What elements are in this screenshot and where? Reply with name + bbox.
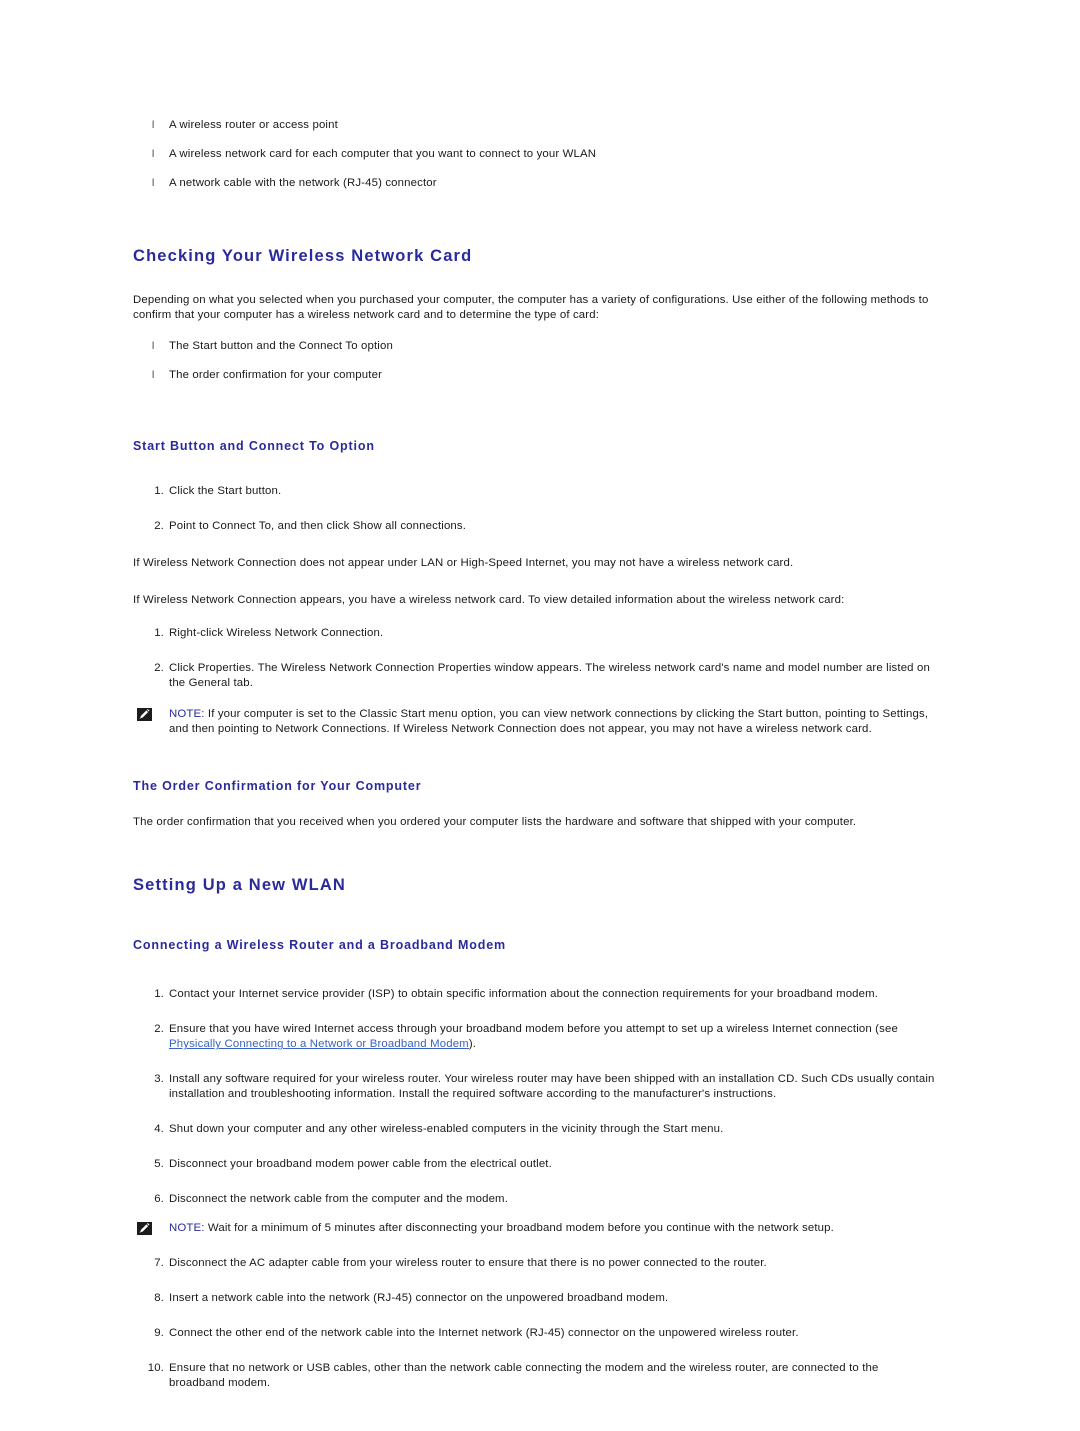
ordered-list-item-text-post: ). bbox=[468, 1038, 477, 1051]
link-physically-connecting-network[interactable]: Physically Connecting to a Network or Br… bbox=[169, 1038, 469, 1050]
list-number: 1. bbox=[154, 627, 164, 640]
ordered-list-item-text: Install any software required for your w… bbox=[169, 1073, 935, 1101]
bullet-marker: l bbox=[152, 149, 155, 160]
list-item-text: The Start button and the Connect To opti… bbox=[169, 339, 393, 352]
list-item: l A network cable with the network (RJ-4… bbox=[133, 176, 935, 191]
note-block-classic-start-menu: NOTE: If your computer is set to the Cla… bbox=[133, 707, 935, 737]
bullet-marker: l bbox=[152, 178, 155, 189]
bullet-marker: l bbox=[152, 369, 155, 381]
ordered-list-item-text: Contact your Internet service provider (… bbox=[169, 988, 879, 1001]
wlan-setup-steps-part1: 1. Contact your Internet service provide… bbox=[133, 987, 935, 1207]
ordered-list-item-text: Right-click Wireless Network Connection. bbox=[169, 627, 384, 640]
ordered-list-item-text: Shut down your computer and any other wi… bbox=[169, 1123, 724, 1136]
paragraph-has-wireless-card: If Wireless Network Connection appears, … bbox=[133, 594, 845, 607]
list-item: l The Start button and the Connect To op… bbox=[133, 339, 935, 354]
list-item-text: A network cable with the network (RJ-45)… bbox=[169, 177, 437, 189]
ordered-list-item-text: Point to Connect To, and then click Show… bbox=[169, 520, 467, 533]
list-number: 10. bbox=[147, 1362, 164, 1375]
checking-card-intro: Depending on what you selected when you … bbox=[133, 293, 929, 321]
list-number: 4. bbox=[154, 1123, 164, 1136]
list-number: 6. bbox=[154, 1193, 164, 1206]
list-number: 2. bbox=[154, 662, 164, 675]
list-number: 1. bbox=[154, 988, 164, 1001]
ordered-list-item-text: Disconnect your broadband modem power ca… bbox=[169, 1158, 552, 1171]
ordered-list-item-text: Ensure that no network or USB cables, ot… bbox=[169, 1362, 879, 1390]
ordered-list-item-text-pre: Ensure that you have wired Internet acce… bbox=[169, 1023, 898, 1036]
list-item: l A wireless network card for each compu… bbox=[133, 147, 935, 162]
subsection-heading-start-button: Start Button and Connect To Option bbox=[133, 438, 375, 453]
ordered-list-item-text: Disconnect the AC adapter cable from you… bbox=[169, 1257, 767, 1270]
list-item-text: The order confirmation for your computer bbox=[169, 368, 383, 381]
ordered-list-item: 1. Right-click Wireless Network Connecti… bbox=[133, 626, 935, 641]
bullet-marker: l bbox=[152, 340, 155, 352]
ordered-list-item: 8. Insert a network cable into the netwo… bbox=[133, 1291, 935, 1306]
checking-methods-list: l The Start button and the Connect To op… bbox=[133, 339, 935, 383]
ordered-list-item: 4. Shut down your computer and any other… bbox=[133, 1122, 935, 1137]
pencil-note-icon bbox=[137, 708, 152, 722]
list-number: 2. bbox=[154, 520, 164, 533]
order-confirmation-text: The order confirmation that you received… bbox=[133, 816, 857, 829]
document-page: l A wireless router or access point l A … bbox=[0, 0, 1080, 1431]
ordered-list-item-text: Disconnect the network cable from the co… bbox=[169, 1193, 509, 1206]
list-item: l A wireless router or access point bbox=[133, 118, 935, 133]
paragraph-no-wireless-card: If Wireless Network Connection does not … bbox=[133, 557, 794, 570]
list-number: 2. bbox=[154, 1023, 164, 1036]
ordered-list-item: 6. Disconnect the network cable from the… bbox=[133, 1192, 935, 1207]
note-text: Wait for a minimum of 5 minutes after di… bbox=[204, 1222, 834, 1235]
ordered-list-item: 9. Connect the other end of the network … bbox=[133, 1326, 935, 1341]
ordered-list-item: 1. Click the Start button. bbox=[133, 484, 935, 499]
list-item: l The order confirmation for your comput… bbox=[133, 368, 935, 383]
note-label: NOTE: bbox=[169, 1222, 205, 1235]
ordered-list-item-text: Click the Start button. bbox=[169, 485, 282, 498]
ordered-list-item: 1. Contact your Internet service provide… bbox=[133, 987, 935, 1002]
ordered-list-item: 2. Ensure that you have wired Internet a… bbox=[133, 1022, 935, 1052]
note-label: NOTE: bbox=[169, 708, 205, 721]
list-number: 3. bbox=[154, 1073, 164, 1086]
bullet-marker: l bbox=[152, 120, 155, 131]
wlan-setup-steps-part2: 7. Disconnect the AC adapter cable from … bbox=[133, 1256, 935, 1391]
list-number: 8. bbox=[154, 1292, 164, 1305]
note-text: If your computer is set to the Classic S… bbox=[169, 708, 929, 736]
ordered-list-item-text: Click Properties. The Wireless Network C… bbox=[169, 662, 930, 690]
pencil-note-icon bbox=[137, 1222, 152, 1236]
list-number: 7. bbox=[154, 1257, 164, 1270]
section-heading-checking-card: Checking Your Wireless Network Card bbox=[133, 247, 473, 265]
note-block-wait-5-minutes: NOTE: Wait for a minimum of 5 minutes af… bbox=[133, 1221, 935, 1236]
start-button-steps: 1. Click the Start button. 2. Point to C… bbox=[133, 484, 935, 534]
list-number: 5. bbox=[154, 1158, 164, 1171]
ordered-list-item: 5. Disconnect your broadband modem power… bbox=[133, 1157, 935, 1172]
subsection-heading-connecting-router: Connecting a Wireless Router and a Broad… bbox=[133, 937, 506, 952]
list-item-text: A wireless router or access point bbox=[169, 119, 338, 131]
list-number: 9. bbox=[154, 1327, 164, 1340]
list-item-text: A wireless network card for each compute… bbox=[169, 148, 597, 160]
ordered-list-item-text: Connect the other end of the network cab… bbox=[169, 1327, 799, 1340]
subsection-heading-order-confirmation: The Order Confirmation for Your Computer bbox=[133, 779, 422, 794]
ordered-list-item-text: Insert a network cable into the network … bbox=[169, 1292, 669, 1305]
ordered-list-item: 2. Click Properties. The Wireless Networ… bbox=[133, 661, 935, 691]
ordered-list-item: 2. Point to Connect To, and then click S… bbox=[133, 519, 935, 534]
ordered-list-item: 7. Disconnect the AC adapter cable from … bbox=[133, 1256, 935, 1271]
section-heading-setting-up-wlan: Setting Up a New WLAN bbox=[133, 876, 346, 895]
ordered-list-item: 10. Ensure that no network or USB cables… bbox=[133, 1361, 935, 1391]
ordered-list-item: 3. Install any software required for you… bbox=[133, 1072, 935, 1102]
wireless-card-detail-steps: 1. Right-click Wireless Network Connecti… bbox=[133, 626, 935, 691]
requirements-list: l A wireless router or access point l A … bbox=[133, 118, 935, 191]
list-number: 1. bbox=[154, 485, 164, 498]
